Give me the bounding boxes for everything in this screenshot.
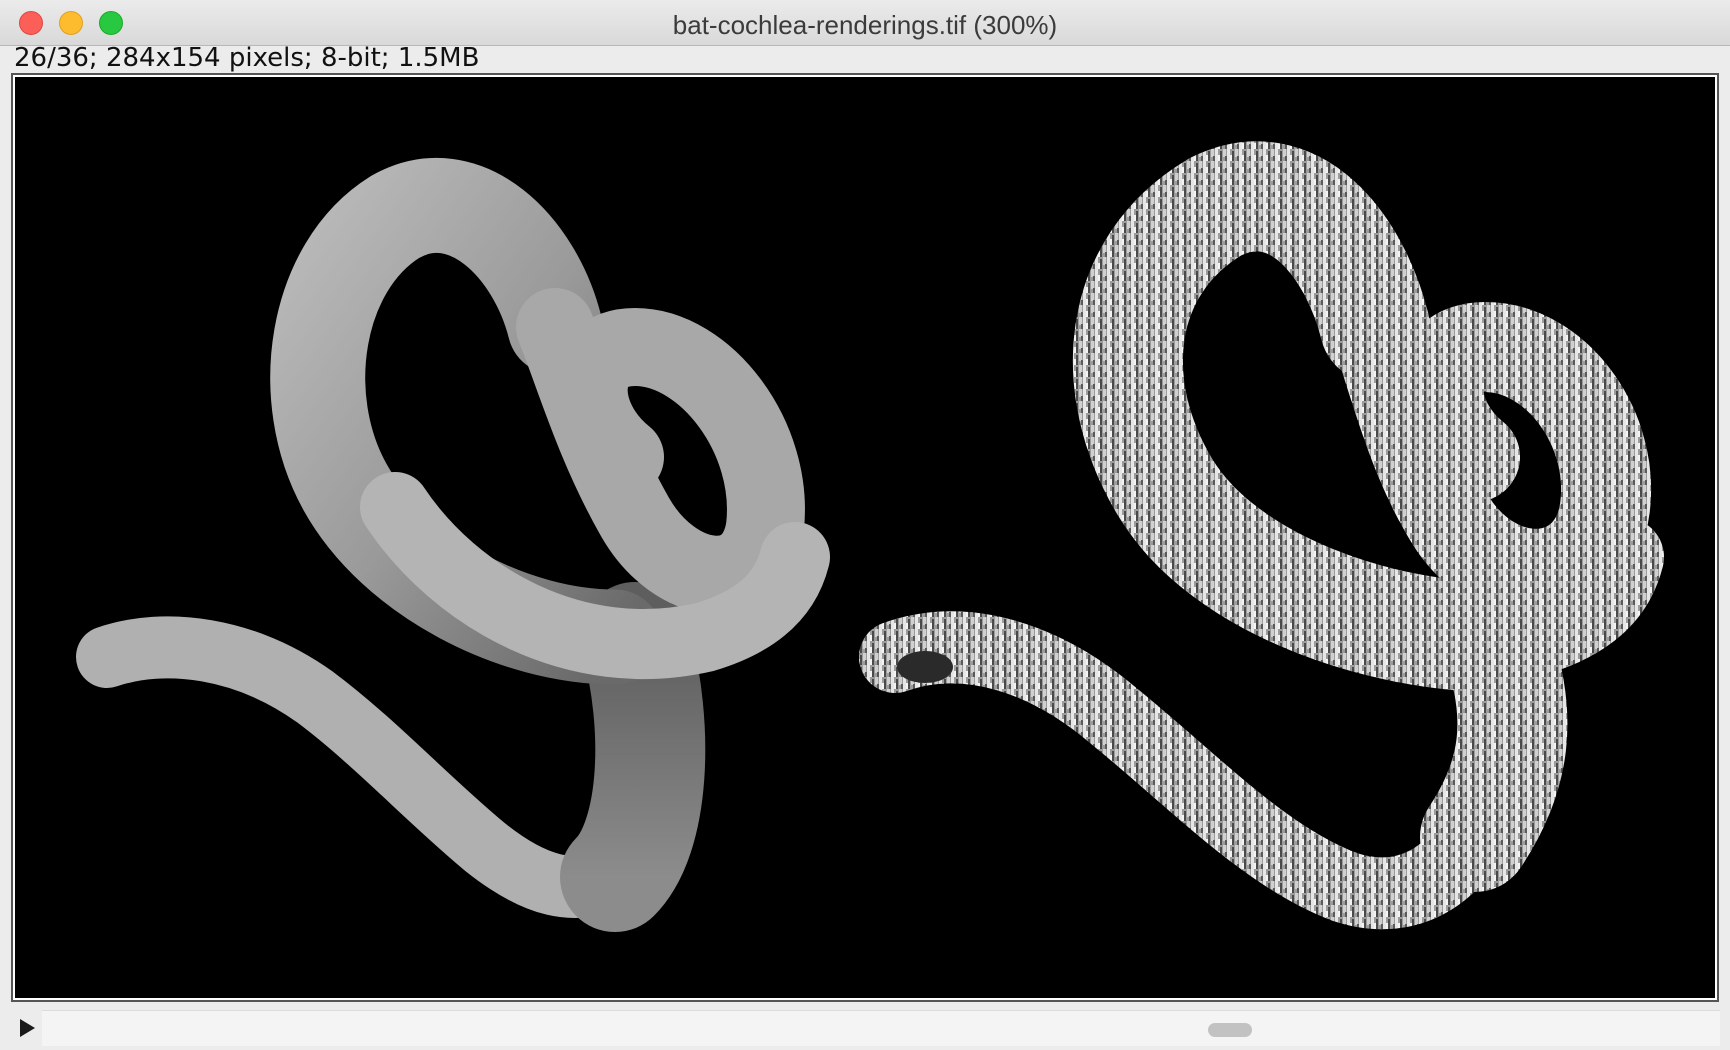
stack-slider-bar [0,1005,1730,1050]
slice-scrollbar[interactable] [42,1010,1720,1046]
image-info-label: 26/36; 284x154 pixels; 8-bit; 1.5MB [14,43,480,73]
image-canvas-frame [11,73,1719,1002]
left-depth-rendering [76,158,830,932]
title-bar[interactable]: bat-cochlea-renderings.tif (300%) [0,0,1730,46]
play-icon [20,1019,35,1037]
cochlea-renderings [76,141,1664,932]
image-window: bat-cochlea-renderings.tif (300%) 26/36;… [0,0,1730,1050]
right-textured-rendering [859,141,1664,930]
window-title: bat-cochlea-renderings.tif (300%) [672,10,1058,40]
image-canvas[interactable] [15,77,1715,998]
slice-scrollbar-thumb[interactable] [1208,1023,1252,1037]
play-button[interactable] [14,1015,40,1041]
